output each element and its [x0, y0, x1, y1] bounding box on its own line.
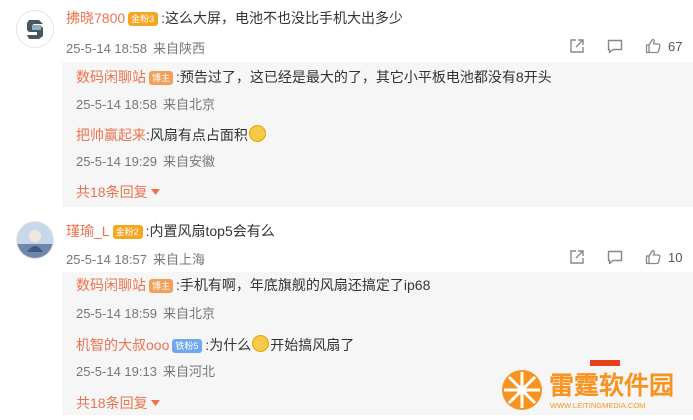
reply-meta: 25-5-14 18:59 来自北京 [76, 303, 215, 322]
comment-icon[interactable] [606, 37, 624, 55]
share-icon[interactable] [568, 37, 586, 55]
timestamp: 25-5-14 18:58 [76, 97, 157, 112]
avatar[interactable] [16, 221, 54, 259]
watermark-title: 雷霆软件园 [549, 372, 674, 400]
comment-line: 拂晓7800 金粉3:这么大屏，电池不也没比手机大出多少 [66, 9, 403, 27]
share-icon[interactable] [568, 248, 586, 266]
reply-line: 数码闲聊站 博主:手机有啊，年底旗舰的风扇还搞定了ip68 [76, 276, 430, 294]
reply-username[interactable]: 数码闲聊站 [76, 277, 146, 293]
like-count: 10 [668, 249, 683, 265]
reply-line: 把帅赢起来:风扇有点占面积 [76, 125, 267, 144]
like-count: 67 [668, 38, 683, 54]
reply-text: :为什么 [205, 337, 252, 353]
avatar-photo-icon [17, 222, 53, 258]
location: 来自北京 [162, 97, 215, 112]
comment-text: :内置风扇top5会有么 [145, 223, 275, 239]
reply-text: :预告过了，这已经是最大的了，其它小平板电池都没有8开头 [176, 69, 552, 85]
more-replies-link[interactable]: 共18条回复 [76, 182, 161, 202]
sweat-emoji-icon [248, 125, 266, 142]
reply-meta: 25-5-14 19:13 来自河北 [76, 361, 215, 380]
location: 来自北京 [162, 306, 215, 321]
comment-meta: 25-5-14 18:58 来自陕西 [66, 38, 205, 57]
reply-username[interactable]: 机智的大叔ooo [76, 337, 169, 353]
comment-meta: 25-5-14 18:57 来自上海 [66, 249, 205, 268]
more-replies-label: 共18条回复 [76, 395, 148, 411]
username[interactable]: 拂晓7800 [66, 10, 125, 26]
location: 来自河北 [162, 364, 215, 379]
reply-text: 开始搞风扇了 [270, 337, 355, 353]
reply-username[interactable]: 把帅赢起来 [76, 127, 146, 143]
comment-actions: 10 [548, 248, 682, 266]
caret-down-icon [151, 400, 161, 406]
comment-line: 瑾瑜_L 金粉2:内置风扇top5会有么 [66, 222, 275, 240]
comment-text: :这么大屏，电池不也没比手机大出多少 [161, 10, 404, 26]
watermark-url: WWW.LEITINGMEDIA.COM [550, 401, 645, 410]
fan-badge[interactable]: 金粉3 [128, 12, 159, 26]
timestamp: 25-5-14 18:58 [66, 41, 147, 56]
reply-meta: 25-5-14 19:29 来自安徽 [76, 151, 215, 170]
more-replies-label: 共18条回复 [76, 184, 148, 200]
location: 来自上海 [152, 252, 205, 267]
avatar-s-logo-icon [17, 11, 53, 47]
timestamp: 25-5-14 18:59 [76, 306, 157, 321]
reply-box: 数码闲聊站 博主:预告过了，这已经是最大的了，其它小平板电池都没有8开头 25-5… [62, 62, 693, 207]
timestamp: 25-5-14 19:13 [76, 364, 157, 379]
like-icon[interactable] [644, 37, 662, 55]
reply-line: 机智的大叔ooo 铁粉5:为什么 开始搞风扇了 [76, 335, 354, 354]
host-badge: 博主 [149, 71, 174, 85]
reply-line: 数码闲聊站 博主:预告过了，这已经是最大的了，其它小平板电池都没有8开头 [76, 68, 552, 86]
comment-actions: 67 [548, 37, 682, 55]
watermark-logo-icon: 雷霆软件园 WWW.LEITINGMEDIA.COM [502, 354, 674, 410]
comment-icon[interactable] [606, 248, 624, 266]
grin-emoji-icon [252, 335, 270, 352]
more-replies-link[interactable]: 共18条回复 [76, 393, 161, 413]
username[interactable]: 瑾瑜_L [66, 223, 110, 239]
host-badge: 博主 [149, 279, 174, 293]
comment-1: 拂晓7800 金粉3:这么大屏，电池不也没比手机大出多少 25-5-14 18:5… [0, 0, 693, 207]
timestamp: 25-5-14 18:57 [66, 252, 147, 267]
reply-text: :手机有啊，年底旗舰的风扇还搞定了ip68 [176, 277, 431, 293]
location: 来自安徽 [162, 154, 215, 169]
watermark: 雷霆软件园 WWW.LEITINGMEDIA.COM [492, 354, 693, 415]
caret-down-icon [151, 189, 161, 195]
avatar[interactable] [16, 10, 54, 48]
reply-username[interactable]: 数码闲聊站 [76, 69, 146, 85]
reply-meta: 25-5-14 18:58 来自北京 [76, 94, 215, 113]
location: 来自陕西 [152, 41, 205, 56]
fan-badge[interactable]: 金粉2 [112, 225, 143, 239]
timestamp: 25-5-14 19:29 [76, 154, 157, 169]
like-icon[interactable] [644, 248, 662, 266]
fan-badge[interactable]: 铁粉5 [172, 339, 203, 353]
reply-text: :风扇有点占面积 [146, 127, 248, 143]
